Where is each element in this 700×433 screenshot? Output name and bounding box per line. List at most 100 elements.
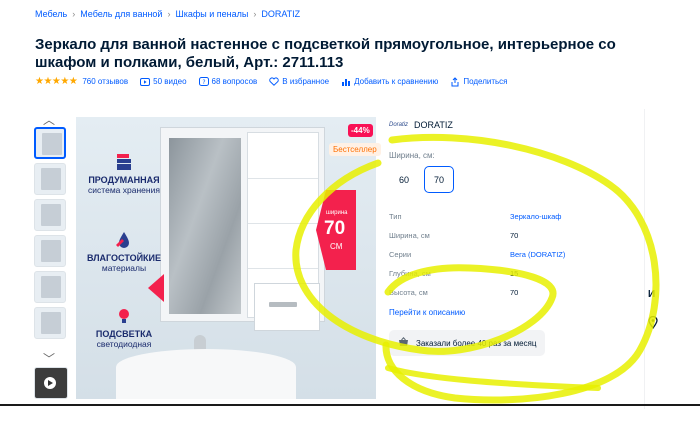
favorite-button[interactable]: В избранное xyxy=(269,77,329,87)
lightbulb-icon xyxy=(114,307,134,325)
thumbnail[interactable] xyxy=(34,307,66,339)
specs-table: Тип Зеркало-шкаф Ширина, см 70 Серии Вег… xyxy=(389,207,579,302)
ordered-count-badge: Заказали более 40 раз за месяц xyxy=(389,330,546,356)
spec-value: 70 xyxy=(510,288,519,297)
thumbnail[interactable] xyxy=(34,163,66,195)
sale-badge: -44% xyxy=(348,124,373,137)
videos-link[interactable]: 50 видео xyxy=(140,77,187,87)
chevron-down-icon[interactable]: ﹀ xyxy=(43,350,55,367)
product-meta-row: ★★★★★ 760 отзывов 50 видео ? 68 вопросов… xyxy=(35,76,520,87)
questions-link[interactable]: ? 68 вопросов xyxy=(198,76,258,87)
feature-light: ПОДСВЕТКА светодиодная xyxy=(84,307,164,349)
compare-label: Добавить к сравнению xyxy=(354,77,439,86)
svg-text:?: ? xyxy=(202,79,205,86)
feature-title: ВЛАГОСТОЙКИЕ xyxy=(86,253,162,263)
spec-value-link[interactable]: Зеркало-шкаф xyxy=(510,212,561,221)
questions-label: 68 вопросов xyxy=(211,77,258,86)
feature-title: ПОДСВЕТКА xyxy=(95,329,153,339)
divider xyxy=(0,404,700,406)
spec-row: Серии Вега (DORATIZ) xyxy=(389,245,579,264)
question-icon: ? xyxy=(198,76,209,87)
spec-row: Ширина, см 70 xyxy=(389,226,579,245)
spec-key: Глубина, см xyxy=(389,269,431,278)
shelf-line xyxy=(248,223,318,224)
heart-icon xyxy=(269,77,279,87)
thumbnail-image xyxy=(41,240,61,262)
go-to-description-link[interactable]: Перейти к описанию xyxy=(389,308,465,317)
thumbnail-image xyxy=(41,312,61,334)
thumbnail-list xyxy=(34,127,68,343)
width-selector-label: Ширина, см: xyxy=(389,151,435,160)
feature-subtitle: материалы xyxy=(101,263,147,273)
side-card-text: И xyxy=(648,289,656,300)
feature-subtitle: система хранения xyxy=(88,185,160,195)
spec-row: Высота, см 70 xyxy=(389,283,579,302)
basket-icon xyxy=(398,337,409,349)
shelf-line xyxy=(248,178,318,179)
spec-row: Тип Зеркало-шкаф xyxy=(389,207,579,226)
favorite-label: В избранное xyxy=(282,77,330,86)
width-banner-unit: СМ xyxy=(330,242,343,251)
chevron-right-icon: › xyxy=(167,9,171,19)
sink-illustration xyxy=(116,349,296,399)
width-banner-value: 70 xyxy=(324,218,346,239)
thumbnail-image xyxy=(41,276,61,298)
rating-stars[interactable]: ★★★★★ xyxy=(35,76,78,87)
shelf-line xyxy=(248,268,318,269)
breadcrumb-item-brand[interactable]: DORATIZ xyxy=(261,9,300,19)
thumbnail-image xyxy=(42,133,62,155)
share-button[interactable]: Поделиться xyxy=(450,76,508,87)
videos-label: 50 видео xyxy=(153,77,187,86)
chevron-right-icon: › xyxy=(72,9,76,19)
thumbnail-image xyxy=(41,168,61,190)
share-label: Поделиться xyxy=(463,77,508,86)
breadcrumb: Мебель › Мебель для ванной › Шкафы и пен… xyxy=(35,9,300,19)
bestseller-badge: Бестселлер xyxy=(329,143,381,156)
feature-title: ПРОДУМАННАЯ xyxy=(88,175,160,185)
storage-icon xyxy=(114,153,134,171)
feature-moisture: ВЛАГОСТОЙКИЕ материалы xyxy=(84,231,164,273)
spec-key: Серии xyxy=(389,250,412,259)
chevron-up-icon[interactable]: ︿ xyxy=(43,111,55,128)
lower-cabinet-illustration xyxy=(254,283,320,331)
width-option-70[interactable]: 70 xyxy=(424,166,454,193)
price-card-partial xyxy=(644,109,700,409)
thumbnail[interactable] xyxy=(34,127,66,159)
breadcrumb-item-cabinets[interactable]: Шкафы и пеналы xyxy=(175,9,248,19)
mirror-illustration xyxy=(169,138,241,314)
brand-name: DORATIZ xyxy=(414,120,453,130)
reviews-label: 760 отзывов xyxy=(82,77,129,86)
spec-key: Ширина, см xyxy=(389,231,430,240)
page-title: Зеркало для ванной настенное с подсветко… xyxy=(35,36,616,71)
width-option-60[interactable]: 60 xyxy=(389,166,419,193)
brand-block[interactable]: Doratiz DORATIZ xyxy=(389,120,453,130)
thumbnail[interactable] xyxy=(34,271,66,303)
feature-storage: ПРОДУМАННАЯ система хранения xyxy=(84,153,164,195)
thumbnail-image xyxy=(41,204,61,226)
spec-value: 15 xyxy=(510,269,519,278)
breadcrumb-item-bath-furniture[interactable]: Мебель для ванной xyxy=(80,9,162,19)
video-thumbnail[interactable] xyxy=(34,367,68,399)
spec-key: Тип xyxy=(389,212,402,221)
width-banner-label: ширина xyxy=(326,210,348,216)
reviews-link[interactable]: 760 отзывов xyxy=(82,77,128,86)
thumbnail[interactable] xyxy=(34,199,66,231)
water-drop-icon xyxy=(114,231,134,249)
brand-logo: Doratiz xyxy=(389,122,409,128)
spec-key: Высота, см xyxy=(389,288,428,297)
video-icon xyxy=(140,77,151,87)
spec-value: 70 xyxy=(510,231,519,240)
handle-illustration xyxy=(269,302,297,307)
thumbnail[interactable] xyxy=(34,235,66,267)
breadcrumb-item-furniture[interactable]: Мебель xyxy=(35,9,67,19)
ordered-count-text: Заказали более 40 раз за месяц xyxy=(416,338,537,348)
spec-row: Глубина, см 15 xyxy=(389,264,579,283)
compare-button[interactable]: Добавить к сравнению xyxy=(341,77,438,87)
compare-icon xyxy=(341,77,351,87)
spec-value-link[interactable]: Вега (DORATIZ) xyxy=(510,250,565,259)
location-pin-icon[interactable] xyxy=(648,315,658,334)
chevron-right-icon: › xyxy=(253,9,257,19)
feature-subtitle: светодиодная xyxy=(96,339,152,349)
share-icon xyxy=(450,76,460,87)
play-icon xyxy=(44,377,56,389)
